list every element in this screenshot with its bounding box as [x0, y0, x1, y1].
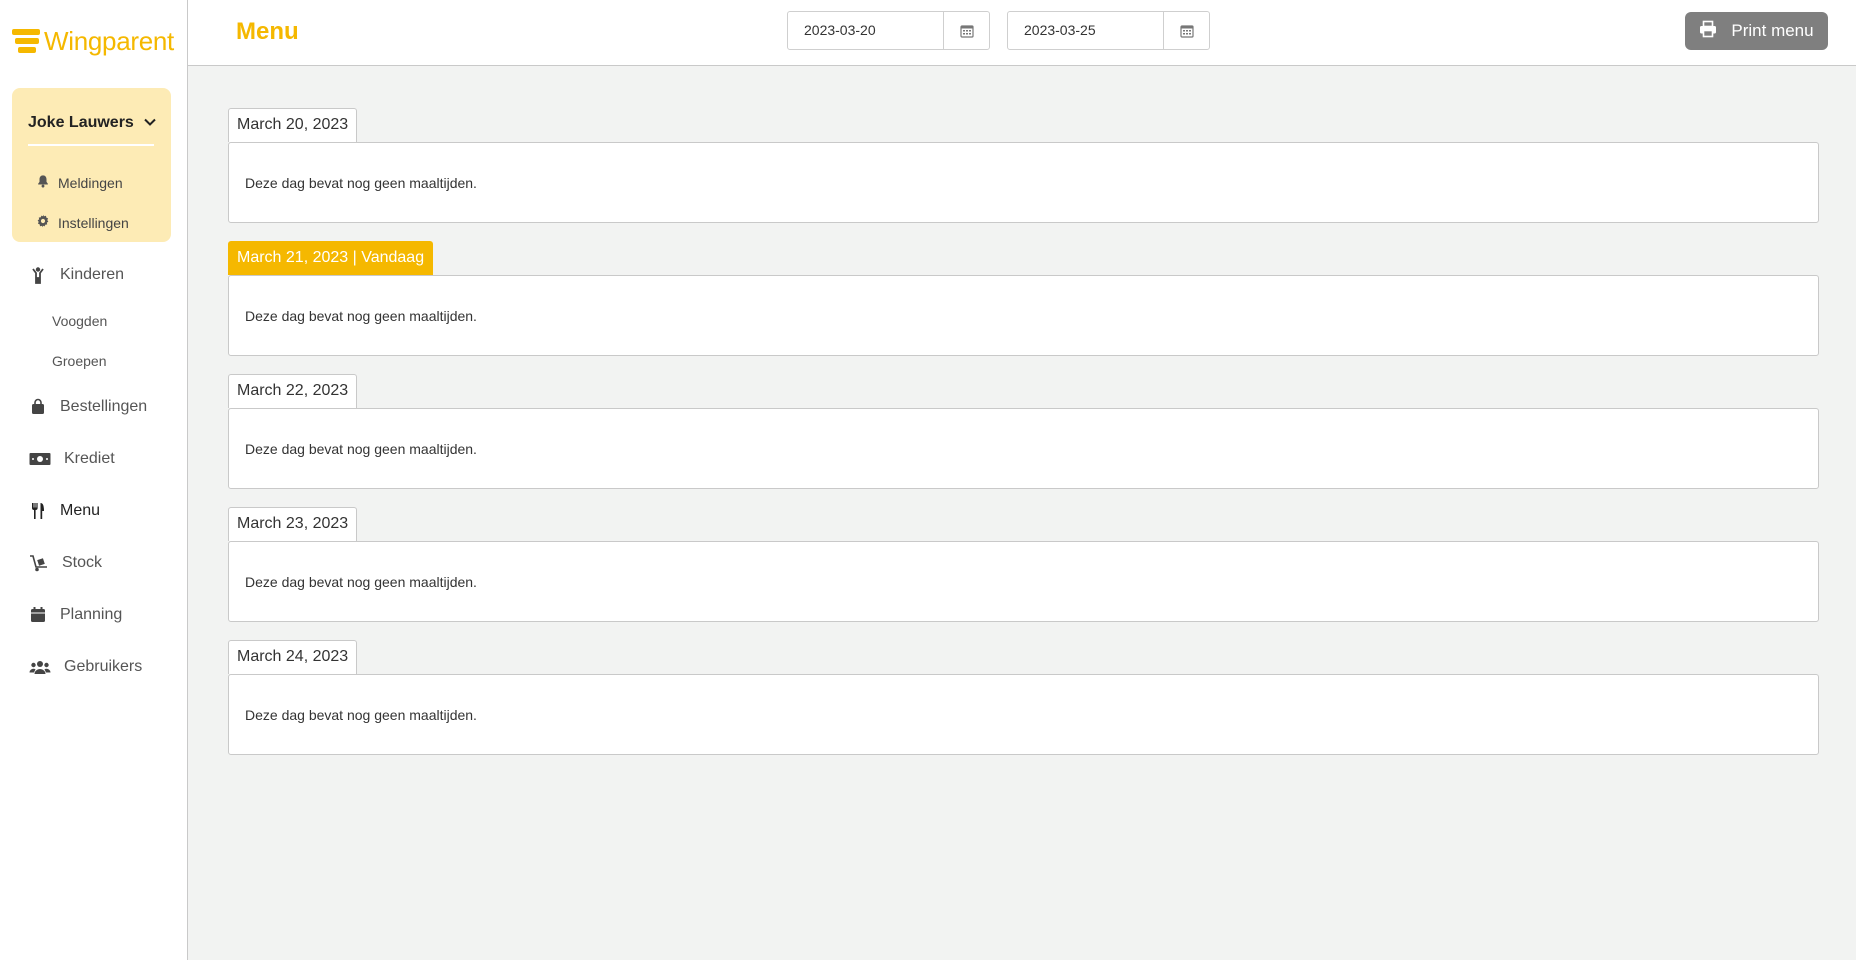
- users-icon: [28, 658, 52, 676]
- empty-day-message: Deze dag bevat nog geen maaltijden.: [245, 707, 477, 723]
- print-menu-label: Print menu: [1731, 21, 1814, 40]
- gear-icon: [36, 214, 50, 231]
- page-title: Menu: [236, 18, 299, 45]
- sidebar-item-stock[interactable]: Stock: [28, 554, 102, 572]
- day-label: March 23, 2023: [228, 507, 358, 541]
- sidebar-item-label: Planning: [60, 606, 123, 623]
- wing-logo-icon: [12, 27, 42, 55]
- user-menu-item-meldingen[interactable]: Meldingen: [36, 174, 123, 191]
- dolly-icon: [28, 554, 50, 572]
- calendar-icon[interactable]: [944, 12, 989, 49]
- money-icon: [28, 450, 52, 468]
- date-from-field[interactable]: 2023-03-20: [787, 11, 990, 50]
- divider: [28, 144, 154, 146]
- empty-day-message: Deze dag bevat nog geen maaltijden.: [245, 441, 477, 457]
- sidebar: Wingparent Joke Lauwers Meldingen Instel…: [0, 0, 188, 960]
- sidebar-item-kinderen[interactable]: Kinderen: [28, 266, 124, 284]
- user-card: Joke Lauwers Meldingen Instellingen: [12, 88, 171, 242]
- calendar-icon[interactable]: [1164, 12, 1209, 49]
- empty-day-message: Deze dag bevat nog geen maaltijden.: [245, 308, 477, 324]
- empty-day-message: Deze dag bevat nog geen maaltijden.: [245, 574, 477, 590]
- chevron-down-icon[interactable]: [142, 114, 158, 130]
- day-label: March 22, 2023: [228, 374, 358, 408]
- day-meals-panel: Deze dag bevat nog geen maaltijden.: [228, 674, 1819, 755]
- sidebar-item-gebruikers[interactable]: Gebruikers: [28, 658, 142, 676]
- day-meals-panel: Deze dag bevat nog geen maaltijden.: [228, 408, 1819, 489]
- day-meals-panel: Deze dag bevat nog geen maaltijden.: [228, 142, 1819, 223]
- date-to-input[interactable]: 2023-03-25: [1008, 12, 1164, 49]
- day-meals-panel: Deze dag bevat nog geen maaltijden.: [228, 275, 1819, 356]
- top-bar: Menu 2023-03-20 2023-03-25 Print menu: [188, 0, 1856, 66]
- calendar-icon: [28, 606, 48, 624]
- utensils-icon: [28, 502, 48, 520]
- printer-icon: [1699, 20, 1717, 43]
- sidebar-item-label: Gebruikers: [64, 658, 143, 675]
- sidebar-item-planning[interactable]: Planning: [28, 606, 122, 624]
- print-menu-button[interactable]: Print menu: [1685, 12, 1828, 50]
- day-label: March 20, 2023: [228, 108, 358, 142]
- sidebar-item-label: Bestellingen: [60, 398, 148, 415]
- day-label-today: March 21, 2023 | Vandaag: [228, 241, 434, 275]
- sidebar-item-krediet[interactable]: Krediet: [28, 450, 115, 468]
- sidebar-item-bestellingen[interactable]: Bestellingen: [28, 398, 147, 416]
- sidebar-item-groepen[interactable]: Groepen: [52, 353, 106, 369]
- brand-logo[interactable]: Wingparent: [12, 24, 174, 58]
- date-from-input[interactable]: 2023-03-20: [788, 12, 944, 49]
- day-meals-panel: Deze dag bevat nog geen maaltijden.: [228, 541, 1819, 622]
- user-menu-label: Instellingen: [58, 214, 129, 231]
- sidebar-item-label: Kinderen: [60, 266, 125, 283]
- day-label: March 24, 2023: [228, 640, 358, 674]
- sidebar-item-voogden[interactable]: Voogden: [52, 313, 107, 329]
- bell-icon: [36, 174, 50, 191]
- user-name[interactable]: Joke Lauwers: [28, 114, 134, 132]
- shopping-bag-icon: [28, 398, 48, 416]
- brand-name: Wingparent: [44, 25, 174, 56]
- sidebar-item-menu[interactable]: Menu: [28, 502, 100, 520]
- sidebar-item-label: Menu: [60, 502, 101, 519]
- sidebar-item-label: Krediet: [64, 450, 115, 467]
- date-to-field[interactable]: 2023-03-25: [1007, 11, 1210, 50]
- empty-day-message: Deze dag bevat nog geen maaltijden.: [245, 175, 477, 191]
- sidebar-item-label: Stock: [62, 554, 103, 571]
- user-menu-label: Meldingen: [58, 174, 123, 191]
- user-menu-item-instellingen[interactable]: Instellingen: [36, 214, 129, 231]
- child-icon: [28, 266, 48, 284]
